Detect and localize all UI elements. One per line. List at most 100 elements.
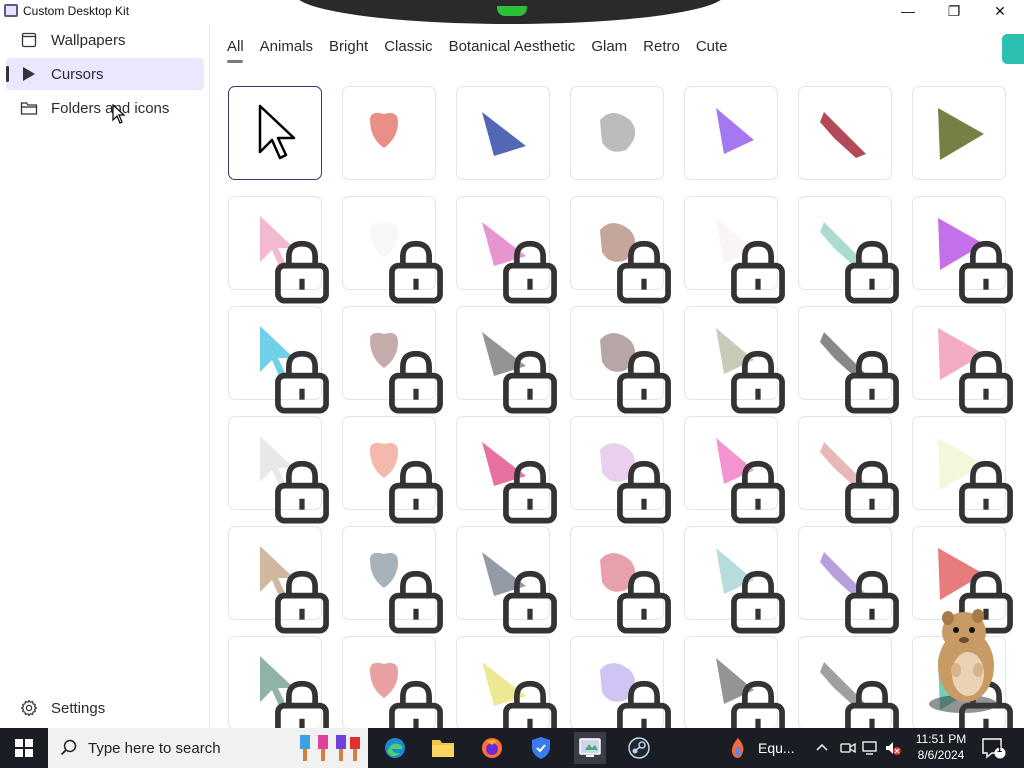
cursor-tile-white-floral-cursor[interactable] xyxy=(684,196,785,304)
meet-now-icon[interactable] xyxy=(840,740,856,756)
tab-all[interactable]: All xyxy=(227,38,244,63)
edge-icon xyxy=(385,738,405,758)
lock-icon xyxy=(959,350,1013,414)
tab-bright[interactable]: Bright xyxy=(329,38,368,61)
cursor-tile-pink-nail-cursor[interactable] xyxy=(684,416,785,524)
cursor-tile-charcoal-arrow-cursor[interactable] xyxy=(798,306,899,414)
lock-icon xyxy=(845,350,899,414)
tab-classic[interactable]: Classic xyxy=(384,38,432,61)
cursor-tile-violet-glow-cursor[interactable] xyxy=(912,196,1013,304)
lock-icon xyxy=(731,570,785,634)
maximize-button[interactable]: ❐ xyxy=(931,0,977,24)
sidebar-item-folders-and-icons[interactable]: Folders and icons xyxy=(6,92,204,124)
security-taskbar-button[interactable] xyxy=(525,732,557,764)
cursor-tile-hand-pointer-cursor[interactable] xyxy=(798,636,899,744)
sidebar-item-cursors[interactable]: Cursors xyxy=(6,58,204,90)
cursor-tile-olive-triangle-cursor[interactable] xyxy=(912,86,1006,180)
purple-gradient-cursor-icon xyxy=(716,108,754,154)
tab-animals[interactable]: Animals xyxy=(260,38,313,61)
lock-icon xyxy=(617,570,671,634)
clock-date: 8/6/2024 xyxy=(917,748,965,762)
cursor-tile-cyan-sparkle-cursor[interactable] xyxy=(228,306,329,414)
taskbar-search[interactable]: Type here to search xyxy=(48,728,368,768)
cursor-tile-green-leaf-cursor[interactable] xyxy=(228,636,329,744)
cursor-tile-leaf-cursor[interactable] xyxy=(912,416,1013,524)
paint-brushes-icon xyxy=(300,735,360,761)
taskbar: Type here to search Equ... 11:51 PM 8/6/… xyxy=(0,728,1024,768)
accent-button[interactable] xyxy=(1002,34,1024,64)
lock-icon xyxy=(731,460,785,524)
file-explorer-taskbar-button[interactable] xyxy=(427,732,459,764)
lock-icon xyxy=(389,570,443,634)
settings-button[interactable]: Settings xyxy=(6,692,204,724)
lock-icon xyxy=(959,240,1013,304)
cursor-tile-purple-gradient-cursor[interactable] xyxy=(684,86,778,180)
lock-icon xyxy=(845,570,899,634)
equalizer-taskbar-button[interactable] xyxy=(722,732,754,764)
cursor-tile-lavender-cursor[interactable] xyxy=(570,416,671,524)
volume-muted-icon[interactable] xyxy=(884,740,902,756)
clock-time: 11:51 PM xyxy=(915,732,967,746)
cursor-tile-lilac-cloud-cursor[interactable] xyxy=(570,636,671,744)
tab-botanical-aesthetic[interactable]: Botanical Aesthetic xyxy=(449,38,576,61)
shield-icon xyxy=(532,737,550,759)
cursor-tile-paperclip-cursor[interactable] xyxy=(456,306,557,414)
cursor-tile-rose-heart-cursor[interactable] xyxy=(342,636,443,744)
custom-desktop-kit-taskbar-button[interactable] xyxy=(574,732,606,764)
cursor-tile-watering-can-cursor[interactable] xyxy=(342,526,443,634)
firefox-icon xyxy=(482,738,502,758)
edge-taskbar-button[interactable] xyxy=(379,732,411,764)
cursor-icon xyxy=(20,65,38,83)
cursor-tile-sage-floral-cursor[interactable] xyxy=(684,306,785,414)
cursor-tile-taupe-shadow-cursor[interactable] xyxy=(570,306,671,414)
cursor-tile-white-bear-cursor[interactable] xyxy=(228,416,329,524)
cursor-tile-blue-gradient-cursor[interactable] xyxy=(456,86,550,180)
tab-cute[interactable]: Cute xyxy=(696,38,728,61)
title-bar: Custom Desktop Kit — ❐ ✕ xyxy=(0,0,1024,24)
window-title: Custom Desktop Kit xyxy=(23,4,130,18)
start-button[interactable] xyxy=(0,728,48,768)
cursor-tile-gray-smoke-cursor[interactable] xyxy=(570,86,664,180)
cursor-tile-wheat-branch-cursor[interactable] xyxy=(228,526,329,634)
cursor-tile-lipstick-cursor[interactable] xyxy=(798,86,892,180)
firefox-taskbar-button[interactable] xyxy=(476,732,508,764)
olive-triangle-cursor-icon xyxy=(938,108,984,160)
cursor-tile-cat-tail-cursor[interactable] xyxy=(570,196,671,304)
cursor-tile-outlined-pink-cursor[interactable] xyxy=(798,416,899,524)
desktop-kit-icon xyxy=(579,738,601,757)
steam-icon xyxy=(628,737,650,759)
tab-retro[interactable]: Retro xyxy=(643,38,680,61)
cursor-tile-pink-soft-cursor[interactable] xyxy=(912,306,1013,414)
cursor-tile-white-flower-cursor[interactable] xyxy=(342,196,443,304)
minimize-button[interactable]: — xyxy=(885,0,931,24)
chevron-up-icon[interactable] xyxy=(815,741,829,755)
cursor-tile-slate-arrow-cursor[interactable] xyxy=(456,526,557,634)
sidebar-item-wallpapers[interactable]: Wallpapers xyxy=(6,24,204,56)
cursor-tile-lilac-arrow-cursor[interactable] xyxy=(798,526,899,634)
cursor-tile-mint-cursor[interactable] xyxy=(798,196,899,304)
lock-icon xyxy=(275,240,329,304)
lock-icon xyxy=(731,350,785,414)
steam-taskbar-button[interactable] xyxy=(623,732,655,764)
notification-center-icon[interactable] xyxy=(980,736,1006,760)
cursor-tile-pink-glitter-cursor[interactable] xyxy=(228,196,329,304)
cursor-tile-pink-outlined-arrow-cursor[interactable] xyxy=(570,526,671,634)
search-placeholder: Type here to search xyxy=(88,739,221,757)
cursor-tile-cloud-cursor[interactable] xyxy=(684,526,785,634)
cursor-tile-pink-heart-paw-cursor[interactable] xyxy=(342,86,436,180)
cursor-tile-taupe-arrow-cursor[interactable] xyxy=(342,306,443,414)
sidebar-item-label: Cursors xyxy=(51,65,104,83)
network-icon[interactable] xyxy=(862,740,880,756)
cursor-tile-sketch-arrow-cursor[interactable] xyxy=(684,636,785,744)
cursor-tile-yellow-arrow-cursor[interactable] xyxy=(456,636,557,744)
cursor-tile-classic-arrow-cursor[interactable] xyxy=(228,86,322,180)
cursor-tile-pink-lace-cursor[interactable] xyxy=(456,196,557,304)
flame-icon xyxy=(731,738,744,758)
pink-heart-paw-cursor-icon xyxy=(370,112,398,148)
taskbar-clock[interactable]: 11:51 PM 8/6/2024 xyxy=(905,731,977,763)
cursor-tile-magenta-glass-cursor[interactable] xyxy=(456,416,557,524)
settings-label: Settings xyxy=(51,699,106,717)
close-button[interactable]: ✕ xyxy=(977,0,1023,24)
cursor-tile-peach-cursor[interactable] xyxy=(342,416,443,524)
tab-glam[interactable]: Glam xyxy=(591,38,627,61)
